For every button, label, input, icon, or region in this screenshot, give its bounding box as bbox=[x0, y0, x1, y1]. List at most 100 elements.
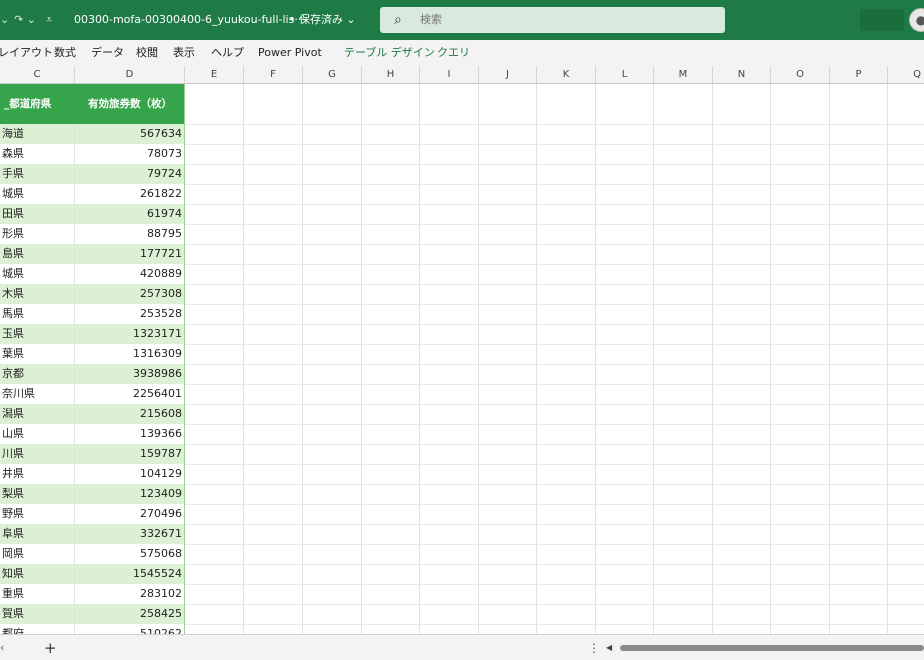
count-cell[interactable]: 3938986 bbox=[75, 364, 185, 384]
table-row[interactable]: 京都 3938986 bbox=[0, 364, 185, 384]
prefecture-cell[interactable]: 川県 bbox=[0, 444, 75, 464]
prefecture-cell[interactable]: 阜県 bbox=[0, 524, 75, 544]
horizontal-scrollbar[interactable] bbox=[620, 645, 924, 651]
tab-help[interactable]: ヘルプ bbox=[211, 40, 244, 66]
count-cell[interactable]: 123409 bbox=[75, 484, 185, 504]
prefecture-cell[interactable]: 重県 bbox=[0, 584, 75, 604]
table-row[interactable]: 葉県 1316309 bbox=[0, 344, 185, 364]
table-row[interactable]: 都府 510262 bbox=[0, 624, 185, 634]
count-cell[interactable]: 2256401 bbox=[75, 384, 185, 404]
count-cell[interactable]: 270496 bbox=[75, 504, 185, 524]
count-cell[interactable]: 420889 bbox=[75, 264, 185, 284]
search-input[interactable] bbox=[420, 7, 700, 33]
table-row[interactable]: 奈川県 2256401 bbox=[0, 384, 185, 404]
worksheet-grid[interactable]: _都道府県 有効旅券数（枚） 海道 567634 森県 78073 手県 79724 … bbox=[0, 84, 924, 634]
count-cell[interactable]: 567634 bbox=[75, 124, 185, 144]
prefecture-cell[interactable]: 井県 bbox=[0, 464, 75, 484]
prefecture-cell[interactable]: 山県 bbox=[0, 424, 75, 444]
column-header-c[interactable]: C bbox=[0, 66, 75, 84]
column-header-q[interactable]: Q bbox=[888, 66, 924, 84]
table-row[interactable]: 森県 78073 bbox=[0, 144, 185, 164]
column-header-d[interactable]: D bbox=[75, 66, 185, 84]
table-row[interactable]: 岡県 575068 bbox=[0, 544, 185, 564]
count-cell[interactable]: 332671 bbox=[75, 524, 185, 544]
tab-table-design[interactable]: テーブル デザイン bbox=[344, 40, 435, 66]
prefecture-cell[interactable]: 島県 bbox=[0, 244, 75, 264]
prefecture-cell[interactable]: 手県 bbox=[0, 164, 75, 184]
column-header-h[interactable]: H bbox=[362, 66, 420, 84]
header-passport-count[interactable]: 有効旅券数（枚） bbox=[75, 84, 185, 124]
prefecture-cell[interactable]: 城県 bbox=[0, 264, 75, 284]
table-row[interactable]: 馬県 253528 bbox=[0, 304, 185, 324]
sheet-nav-left-icon[interactable]: ‹ bbox=[0, 635, 4, 660]
table-row[interactable]: 野県 270496 bbox=[0, 504, 185, 524]
count-cell[interactable]: 258425 bbox=[75, 604, 185, 624]
table-row[interactable]: 玉県 1323171 bbox=[0, 324, 185, 344]
prefecture-cell[interactable]: 知県 bbox=[0, 564, 75, 584]
table-row[interactable]: 阜県 332671 bbox=[0, 524, 185, 544]
redo-icon[interactable]: ↷ ⌄ bbox=[14, 0, 36, 40]
prefecture-cell[interactable]: 潟県 bbox=[0, 404, 75, 424]
prefecture-cell[interactable]: 葉県 bbox=[0, 344, 75, 364]
count-cell[interactable]: 253528 bbox=[75, 304, 185, 324]
save-status[interactable]: • 保存済み ⌄ bbox=[289, 0, 356, 40]
table-row[interactable]: 梨県 123409 bbox=[0, 484, 185, 504]
prefecture-cell[interactable]: 形県 bbox=[0, 224, 75, 244]
prefecture-cell[interactable]: 野県 bbox=[0, 504, 75, 524]
count-cell[interactable]: 257308 bbox=[75, 284, 185, 304]
column-header-f[interactable]: F bbox=[244, 66, 303, 84]
tab-review[interactable]: 校閲 bbox=[136, 40, 158, 66]
tab-formulas[interactable]: 数式 bbox=[54, 40, 76, 66]
file-name[interactable]: 00300-mofa-00300400-6_yuukou-full-lis··· bbox=[74, 0, 305, 40]
column-header-n[interactable]: N bbox=[713, 66, 771, 84]
tab-view[interactable]: 表示 bbox=[173, 40, 195, 66]
prefecture-cell[interactable]: 城県 bbox=[0, 184, 75, 204]
table-row[interactable]: 木県 257308 bbox=[0, 284, 185, 304]
customize-quick-access-icon[interactable]: ⩡ bbox=[46, 0, 52, 40]
table-row[interactable]: 潟県 215608 bbox=[0, 404, 185, 424]
count-cell[interactable]: 215608 bbox=[75, 404, 185, 424]
prefecture-cell[interactable]: 田県 bbox=[0, 204, 75, 224]
count-cell[interactable]: 88795 bbox=[75, 224, 185, 244]
table-row[interactable]: 知県 1545524 bbox=[0, 564, 185, 584]
table-row[interactable]: 形県 88795 bbox=[0, 224, 185, 244]
column-header-m[interactable]: M bbox=[654, 66, 713, 84]
prefecture-cell[interactable]: 森県 bbox=[0, 144, 75, 164]
add-sheet-button[interactable]: + bbox=[44, 635, 57, 660]
count-cell[interactable]: 61974 bbox=[75, 204, 185, 224]
count-cell[interactable]: 575068 bbox=[75, 544, 185, 564]
column-header-e[interactable]: E bbox=[185, 66, 244, 84]
prefecture-cell[interactable]: 海道 bbox=[0, 124, 75, 144]
count-cell[interactable]: 261822 bbox=[75, 184, 185, 204]
count-cell[interactable]: 510262 bbox=[75, 624, 185, 634]
tab-power-pivot[interactable]: Power Pivot bbox=[258, 40, 322, 66]
column-header-j[interactable]: J bbox=[479, 66, 537, 84]
table-row[interactable]: 手県 79724 bbox=[0, 164, 185, 184]
table-row[interactable]: 重県 283102 bbox=[0, 584, 185, 604]
column-header-o[interactable]: O bbox=[771, 66, 830, 84]
titlebar-button[interactable] bbox=[860, 9, 904, 31]
table-row[interactable]: 島県 177721 bbox=[0, 244, 185, 264]
prefecture-cell[interactable]: 梨県 bbox=[0, 484, 75, 504]
table-row[interactable]: 賀県 258425 bbox=[0, 604, 185, 624]
prefecture-cell[interactable]: 玉県 bbox=[0, 324, 75, 344]
more-options-icon[interactable]: ⋮ bbox=[588, 635, 600, 660]
table-row[interactable]: 井県 104129 bbox=[0, 464, 185, 484]
table-row[interactable]: 田県 61974 bbox=[0, 204, 185, 224]
prefecture-cell[interactable]: 賀県 bbox=[0, 604, 75, 624]
prefecture-cell[interactable]: 奈川県 bbox=[0, 384, 75, 404]
tab-query[interactable]: クエリ bbox=[437, 40, 470, 66]
scroll-left-icon[interactable]: ◀ bbox=[606, 635, 612, 660]
table-row[interactable]: 川県 159787 bbox=[0, 444, 185, 464]
undo-dropdown-icon[interactable]: ⌄ bbox=[0, 0, 9, 40]
search-box[interactable]: ⌕ bbox=[380, 7, 725, 33]
count-cell[interactable]: 1316309 bbox=[75, 344, 185, 364]
prefecture-cell[interactable]: 木県 bbox=[0, 284, 75, 304]
avatar[interactable]: ● bbox=[909, 8, 924, 32]
count-cell[interactable]: 104129 bbox=[75, 464, 185, 484]
table-row[interactable]: 城県 261822 bbox=[0, 184, 185, 204]
count-cell[interactable]: 1545524 bbox=[75, 564, 185, 584]
prefecture-cell[interactable]: 岡県 bbox=[0, 544, 75, 564]
count-cell[interactable]: 283102 bbox=[75, 584, 185, 604]
tab-page-layout[interactable]: レイアウト bbox=[0, 40, 53, 66]
